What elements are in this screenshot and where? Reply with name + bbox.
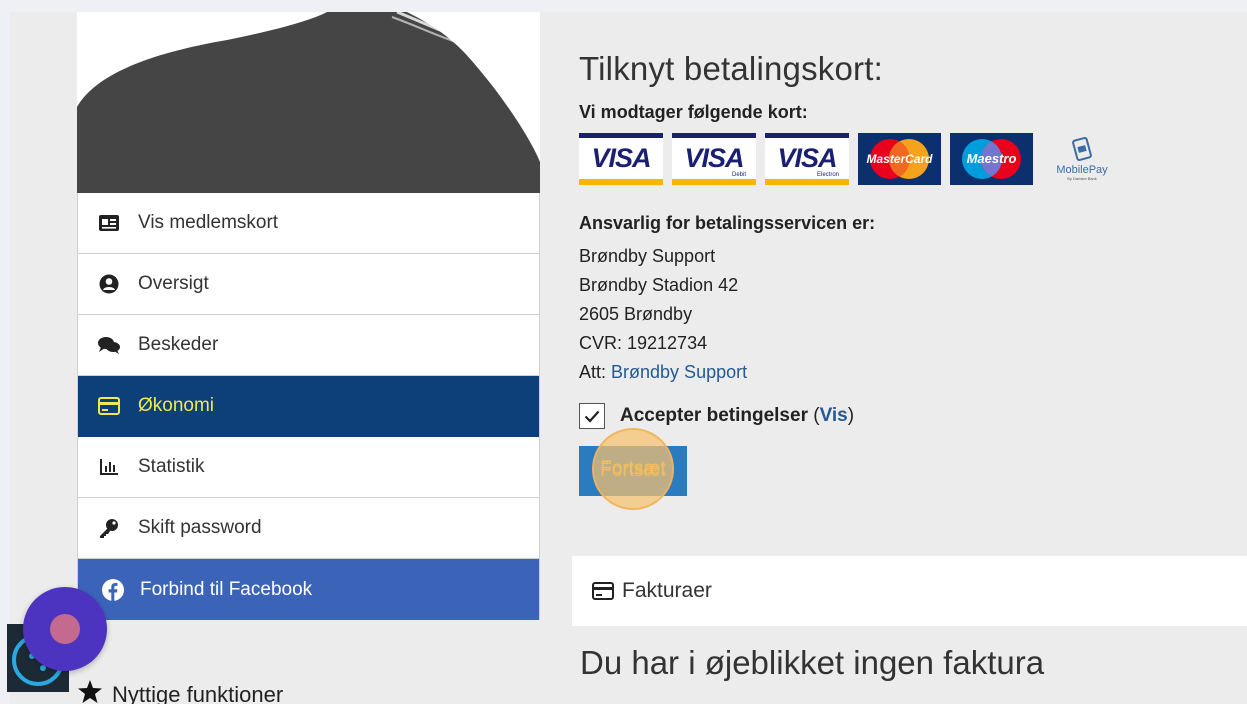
responsible-label: Ansvarlig for betalingsservicen er:: [579, 213, 876, 233]
att-link[interactable]: Brøndby Support: [611, 362, 747, 382]
view-terms-link[interactable]: Vis: [820, 405, 848, 426]
credit-card-icon: [592, 582, 614, 600]
menu-item-label: Skift password: [138, 517, 262, 538]
payment-title: Tilknyt betalingskort:: [579, 50, 883, 87]
menu-item-messages[interactable]: Beskeder: [78, 315, 539, 376]
payment-section: Tilknyt betalingskort: Vi modtager følge…: [579, 50, 1239, 510]
invoices-panel-header[interactable]: Fakturaer: [572, 556, 1247, 626]
cards-label: Vi modtager følgende kort:: [579, 102, 808, 122]
credit-card-icon: [98, 395, 120, 417]
recording-widget-button[interactable]: [23, 587, 107, 671]
maestro-logo: Maestro: [950, 133, 1033, 185]
visa-debit-logo: VISA Debit: [672, 133, 756, 185]
menu-item-label: Oversigt: [138, 273, 209, 294]
mastercard-logo: MasterCard: [858, 133, 941, 185]
accept-terms-row: Accepter betingelser (Vis): [579, 403, 1239, 429]
menu-item-label: Økonomi: [138, 395, 215, 416]
menu-item-statistics[interactable]: Statistik: [78, 437, 539, 498]
useful-functions-heading: Nyttige funktioner: [78, 680, 283, 704]
mobilepay-logo: MobilePay By Danske Bank: [1042, 133, 1122, 185]
id-card-icon: [98, 212, 120, 234]
record-dot-icon: [50, 614, 80, 644]
menu-item-label: Beskeder: [138, 334, 219, 355]
menu-item-overview[interactable]: Oversigt: [78, 254, 539, 315]
menu-item-membership-card[interactable]: Vis medlemskort: [78, 193, 539, 254]
menu-item-change-password[interactable]: Skift password: [78, 498, 539, 559]
menu-item-label: Statistik: [138, 456, 205, 477]
svg-text:Maestro: Maestro: [967, 151, 1017, 166]
menu-item-economy[interactable]: Økonomi: [78, 376, 539, 437]
continue-button[interactable]: Fortsæt: [579, 446, 687, 496]
address-line: Brøndby Stadion 42: [579, 275, 739, 295]
address-line: 2605 Brøndby: [579, 304, 693, 324]
no-invoice-message: Du har i øjeblikket ingen faktura: [580, 644, 1045, 681]
visa-logo: VISA: [579, 133, 663, 185]
profile-sidebar: Vis medlemskort Oversigt Beskeder Økonom…: [77, 12, 540, 620]
invoices-title: Fakturaer: [622, 579, 712, 602]
facebook-label: Forbind til Facebook: [140, 578, 313, 600]
accept-terms-checkbox[interactable]: [579, 403, 605, 429]
connect-facebook-button[interactable]: Forbind til Facebook: [78, 559, 539, 620]
star-icon: [78, 680, 102, 704]
att-line: Att: Brøndby Support: [579, 362, 748, 382]
checkmark-icon: [584, 410, 600, 423]
key-icon: [98, 517, 120, 539]
accepted-cards: VISA VISA Debit VISA Electron MasterCard…: [579, 133, 1239, 187]
responsible-address: Brøndby Support Brøndby Stadion 42 2605 …: [579, 242, 1239, 387]
menu-item-label: Vis medlemskort: [138, 212, 279, 233]
address-line: Brøndby Support: [579, 246, 716, 266]
visa-electron-logo: VISA Electron: [765, 133, 849, 185]
account-menu: Vis medlemskort Oversigt Beskeder Økonom…: [77, 193, 540, 620]
useful-functions-label: Nyttige funktioner: [112, 681, 284, 704]
accept-terms-label: Accepter betingelser (Vis): [620, 405, 855, 426]
comments-icon: [98, 334, 120, 356]
svg-text:MasterCard: MasterCard: [866, 152, 933, 166]
address-line: CVR: 19212734: [579, 333, 708, 353]
profile-photo: [77, 12, 540, 193]
user-circle-icon: [98, 273, 120, 295]
bar-chart-icon: [98, 456, 120, 478]
facebook-icon: [102, 578, 124, 601]
